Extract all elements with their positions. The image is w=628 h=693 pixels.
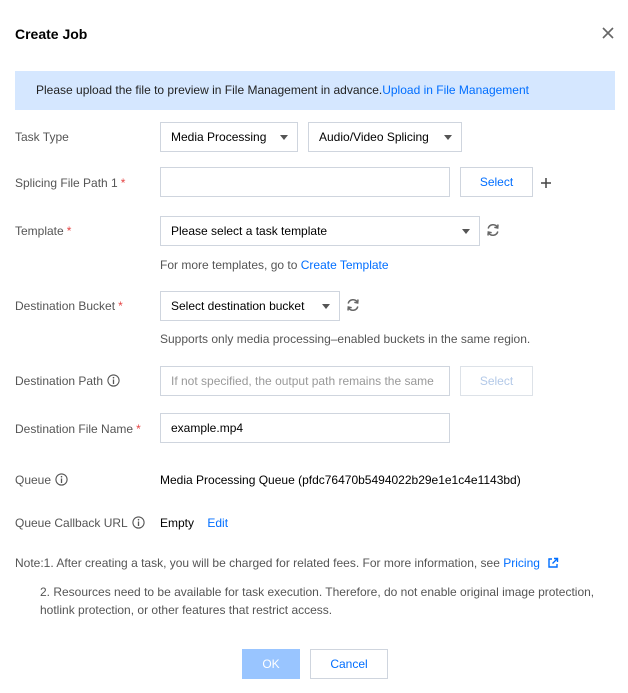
note-2: 2. Resources need to be available for ta… [40,585,595,617]
note-1: Note:1. After creating a task, you will … [15,556,559,570]
queue-label: Queue [15,473,69,487]
queue-callback-label: Queue Callback URL [15,516,145,530]
template-label: Template * [15,224,72,238]
splicing-path-input[interactable] [160,167,450,197]
info-icon[interactable] [131,516,145,529]
template-select[interactable]: Please select a task template [160,216,480,246]
splicing-path-label: Splicing File Path 1 * [15,176,126,190]
external-link-icon[interactable] [547,557,559,569]
splicing-path-select-button[interactable]: Select [460,167,533,197]
queue-callback-value: Empty Edit [160,516,229,530]
queue-callback-edit-link[interactable]: Edit [207,516,228,530]
queue-value: Media Processing Queue (pfdc76470b549402… [160,473,521,487]
task-type-select[interactable]: Media Processing [160,122,298,152]
info-icon[interactable] [107,374,121,387]
destination-file-name-label: Destination File Name * [15,422,141,436]
refresh-icon[interactable] [345,297,361,313]
destination-file-name-input[interactable]: example.mp4 [160,413,450,443]
cancel-button[interactable]: Cancel [310,649,388,679]
chevron-down-icon [462,229,470,234]
destination-bucket-select[interactable]: Select destination bucket [160,291,340,321]
upload-file-management-link[interactable]: Upload in File Management [382,83,529,97]
task-type-label: Task Type [15,130,69,144]
destination-path-label: Destination Path [15,374,121,388]
plus-icon[interactable] [540,177,552,189]
refresh-icon[interactable] [485,222,501,238]
destination-bucket-label: Destination Bucket * [15,299,123,313]
chevron-down-icon [280,135,288,140]
ok-button[interactable]: OK [242,649,300,679]
destination-bucket-hint: Supports only media processing–enabled b… [160,332,531,346]
chevron-down-icon [322,304,330,309]
destination-path-input[interactable]: If not specified, the output path remain… [160,366,450,396]
pricing-link[interactable]: Pricing [503,556,540,570]
notice-banner: Please upload the file to preview in Fil… [15,71,615,110]
notice-text: Please upload the file to preview in Fil… [36,83,383,97]
create-template-link[interactable]: Create Template [301,258,389,272]
chevron-down-icon [444,135,452,140]
dialog-title: Create Job [15,26,88,42]
info-icon[interactable] [55,473,69,486]
destination-path-select-button[interactable]: Select [460,366,533,396]
template-hint: For more templates, go to Create Templat… [160,258,389,272]
task-subtype-select[interactable]: Audio/Video Splicing [308,122,462,152]
close-icon[interactable] [599,24,617,42]
